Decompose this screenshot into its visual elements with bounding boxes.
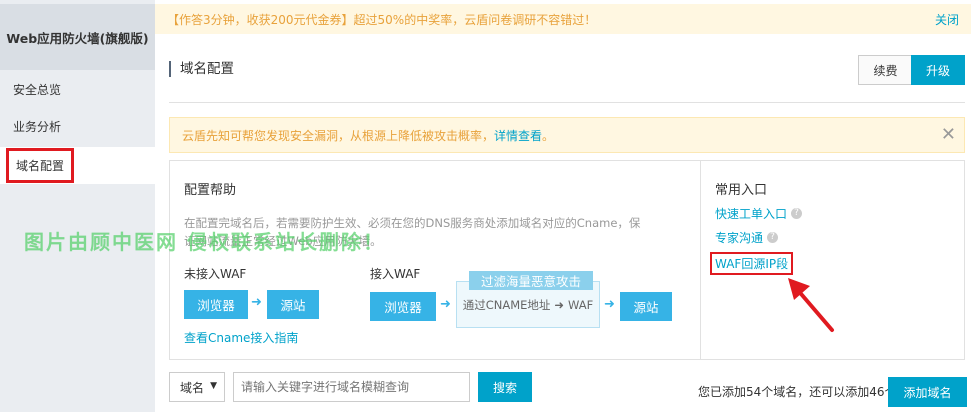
caret-down-icon: ▼ <box>210 381 217 391</box>
help-title: 配置帮助 <box>184 183 237 198</box>
entries-title: 常用入口 <box>715 183 768 198</box>
search-type-select[interactable]: 域名 ▼ <box>169 372 225 402</box>
entry-label: 快速工单入口 <box>715 207 788 221</box>
product-title: Web应用防火墙(旗舰版) <box>0 4 155 70</box>
arrow-right-icon: ➜ <box>440 297 451 312</box>
domain-search-input[interactable] <box>233 372 470 402</box>
tip-suffix: 。 <box>542 128 555 143</box>
panel-divider <box>700 161 701 359</box>
search-button[interactable]: 搜索 <box>478 372 532 402</box>
connected-label: 接入WAF <box>370 267 421 281</box>
cname-text: 通过CNAME地址 <box>462 297 551 312</box>
filter-attack-tag: 过滤海量恶意攻击 <box>469 271 593 290</box>
add-domain-button[interactable]: 添加域名 <box>888 377 967 407</box>
page-header: 域名配置 续费 升级 <box>169 53 965 103</box>
entry-label: 专家沟通 <box>715 231 764 245</box>
origin-box: 源站 <box>267 290 319 319</box>
upgrade-button[interactable]: 升级 <box>911 55 965 85</box>
page-title: 域名配置 <box>169 61 234 77</box>
browser-box: 浏览器 <box>370 292 436 321</box>
waf-origin-ip-link[interactable]: WAF回源IP段 <box>710 252 794 275</box>
sidebar-item-label: 安全总览 <box>13 83 62 97</box>
xianzhi-tip-bar: 云盾先知可帮您发现安全漏洞，从根源上降低被攻击概率，详情查看。 ✕ <box>169 117 965 153</box>
help-icon: ? <box>791 208 803 219</box>
arrow-right-icon: ➜ <box>604 297 615 312</box>
sidebar-item-domain-config[interactable]: 域名配置 <box>0 147 155 184</box>
waf-text: WAF <box>568 297 594 312</box>
browser-box: 浏览器 <box>184 290 248 319</box>
sidebar-item-label: 业务分析 <box>13 120 62 134</box>
red-arrow-annotation <box>788 278 834 332</box>
config-help-panel: 配置帮助 在配置完域名后，若需要防护生效、必须在您的DNS服务商处添加域名对应的… <box>169 160 965 360</box>
tip-text: 云盾先知可帮您发现安全漏洞，从根源上降低被攻击概率，详情查看。 <box>182 127 554 144</box>
tip-message: 云盾先知可帮您发现安全漏洞，从根源上降低被攻击概率， <box>182 128 495 143</box>
sidebar-item-label: 域名配置 <box>6 148 75 183</box>
notice-close-link[interactable]: 关闭 <box>935 11 959 28</box>
select-value: 域名 <box>180 380 205 395</box>
entry-label: WAF回源IP段 <box>710 252 794 275</box>
expert-chat-link[interactable]: 专家沟通? <box>715 229 779 246</box>
survey-notice-bar: 【作答3分钟，收获200元代金券】超过50%的中奖率，云盾问卷调研不容错过！ 关… <box>155 4 971 34</box>
renew-button[interactable]: 续费 <box>858 55 913 85</box>
close-icon[interactable]: ✕ <box>941 124 956 145</box>
sidebar-item-analysis[interactable]: 业务分析 <box>0 108 155 145</box>
not-connected-label: 未接入WAF <box>184 267 247 281</box>
sidebar: Web应用防火墙(旗舰版) 安全总览 业务分析 域名配置 <box>0 0 155 412</box>
domain-count-text: 您已添加54个域名，还可以添加46个 <box>698 385 897 399</box>
arrow-right-icon: ➜ <box>251 295 262 310</box>
notice-text[interactable]: 【作答3分钟，收获200元代金券】超过50%的中奖率，云盾问卷调研不容错过！ <box>167 11 596 28</box>
origin-box: 源站 <box>620 292 672 321</box>
arrow-right-icon: ➜ <box>554 297 565 312</box>
help-icon: ? <box>767 232 779 243</box>
quick-ticket-link[interactable]: 快速工单入口? <box>715 205 803 222</box>
watermark-text: 图片由顾中医网 侵权联系站长删除！ <box>24 230 385 254</box>
sidebar-item-overview[interactable]: 安全总览 <box>0 71 155 108</box>
cname-guide-link[interactable]: 查看Cname接入指南 <box>184 329 298 346</box>
tip-details-link[interactable]: 详情查看 <box>494 129 542 143</box>
main-content: 【作答3分钟，收获200元代金券】超过50%的中奖率，云盾问卷调研不容错过！ 关… <box>155 0 971 412</box>
